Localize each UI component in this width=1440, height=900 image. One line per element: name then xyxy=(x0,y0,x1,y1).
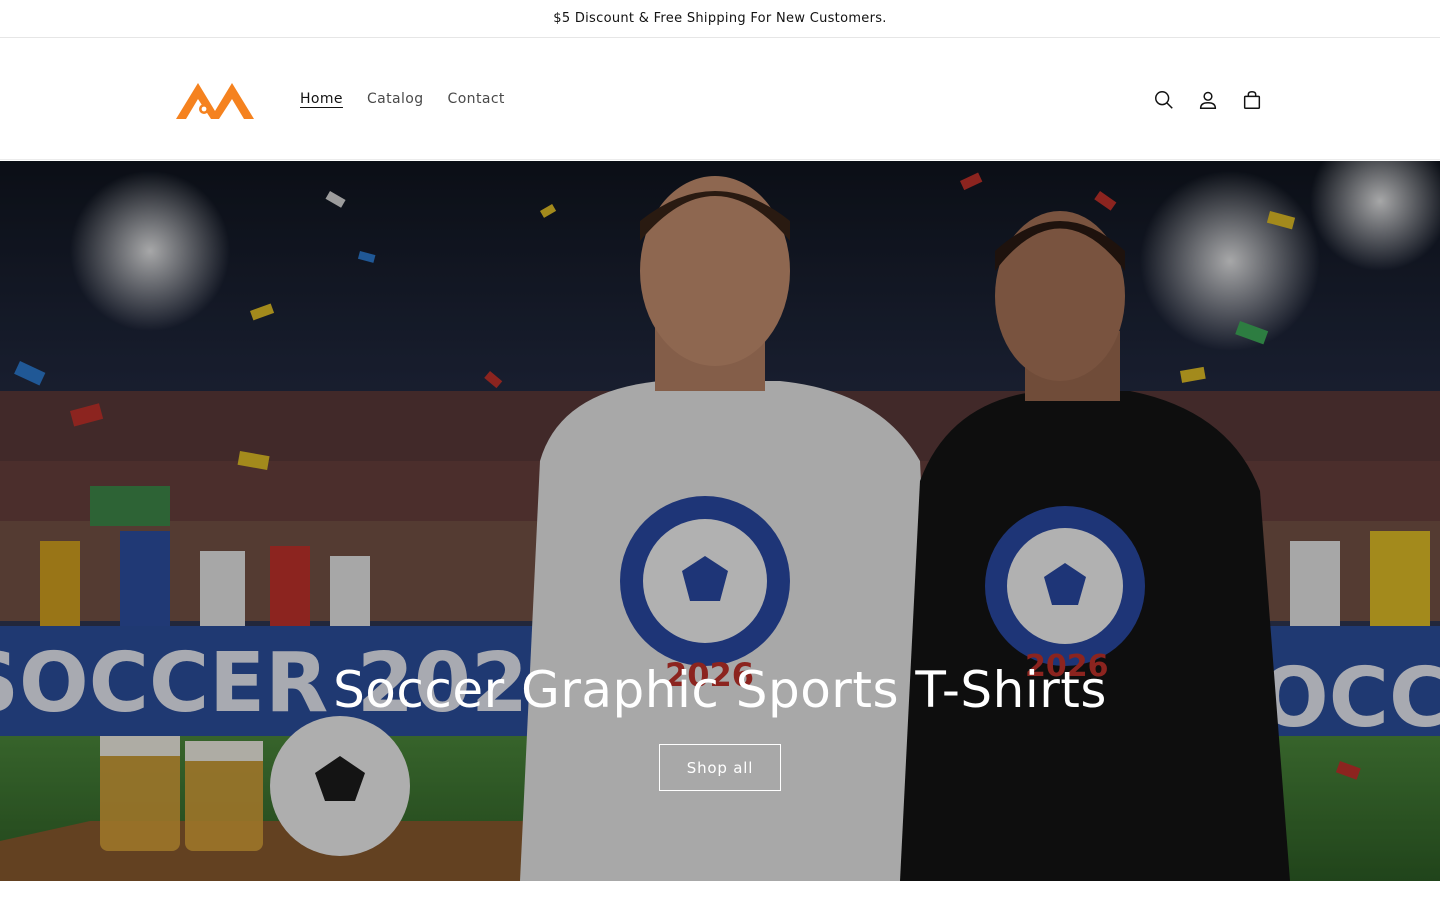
hero-banner: SOCCER 2026 SOCCER 2026 2026 2026 xyxy=(0,161,1440,881)
cart-icon xyxy=(1243,91,1261,109)
nav-home-link[interactable]: Home xyxy=(300,89,343,109)
brand-logo[interactable] xyxy=(172,75,258,123)
cart-button[interactable] xyxy=(1238,86,1266,114)
account-icon xyxy=(1199,91,1217,109)
announcement-bar: $5 Discount & Free Shipping For New Cust… xyxy=(0,0,1440,38)
announcement-text: $5 Discount & Free Shipping For New Cust… xyxy=(553,11,887,26)
search-icon xyxy=(1155,91,1173,109)
nav-contact-link[interactable]: Contact xyxy=(448,89,505,109)
main-nav: Home Catalog Contact xyxy=(300,89,529,109)
shop-all-button[interactable]: Shop all xyxy=(659,744,781,791)
search-button[interactable] xyxy=(1150,86,1178,114)
header-icons xyxy=(1150,86,1282,114)
site-header: Home Catalog Contact xyxy=(0,39,1440,160)
nav-catalog-link[interactable]: Catalog xyxy=(367,89,424,109)
account-button[interactable] xyxy=(1194,86,1222,114)
hero-title: Soccer Graphic Sports T-Shirts xyxy=(333,661,1107,719)
